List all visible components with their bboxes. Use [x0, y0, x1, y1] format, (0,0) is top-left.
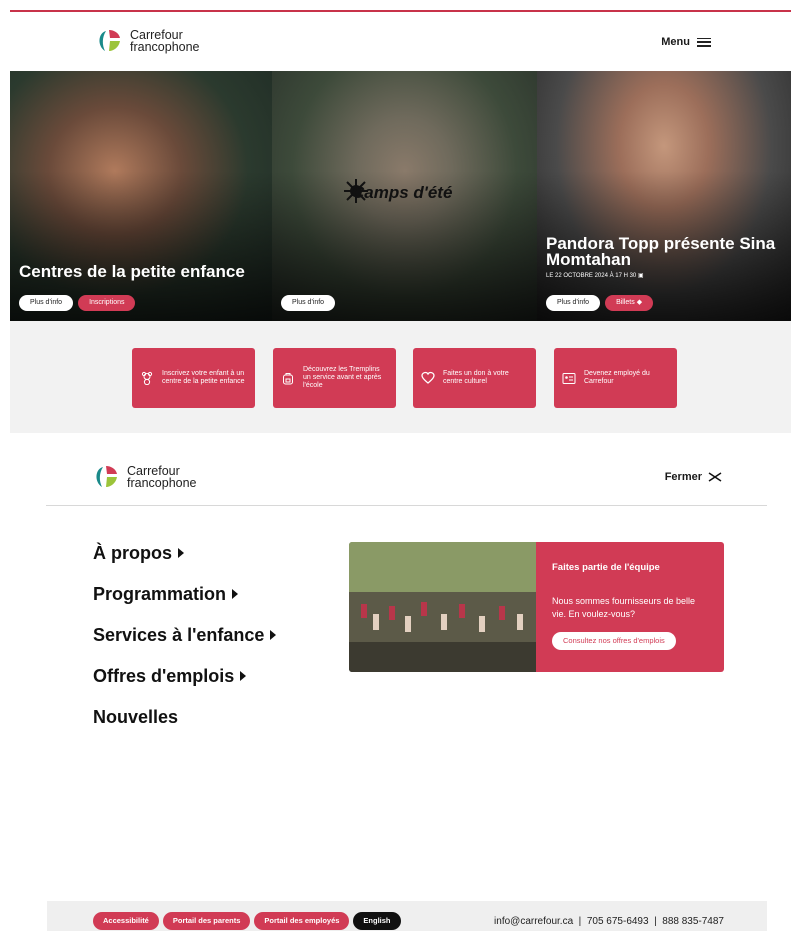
employees-portal-button[interactable]: Portail des employés — [254, 912, 350, 930]
close-icon — [708, 472, 722, 482]
hero-title: Centres de la petite enfance — [19, 262, 245, 281]
caret-right-icon — [232, 589, 239, 599]
backpack-icon — [283, 373, 293, 385]
quick-link-employment[interactable]: Devenez employé du Carrefour — [554, 348, 677, 408]
hero-panel-camps[interactable]: Camps d'été Plus d'info — [272, 71, 537, 321]
accessibility-button[interactable]: Accessibilité — [93, 912, 159, 930]
main-nav: À propos Programmation Services à l'enfa… — [93, 543, 277, 748]
caret-right-icon — [240, 671, 247, 681]
logo-line2: francophone — [127, 476, 197, 490]
logo-icon — [99, 30, 120, 51]
english-button[interactable]: English — [353, 912, 401, 930]
nav-item-programmation[interactable]: Programmation — [93, 584, 276, 604]
group-photo-image — [349, 542, 536, 672]
camps-logo-text: Camps d'été — [352, 183, 453, 202]
registrations-button[interactable]: Inscriptions — [78, 295, 136, 311]
logo[interactable]: Carrefour francophone — [96, 28, 200, 54]
promo-title: Faites partie de l'équipe — [552, 562, 660, 573]
menu-label: Menu — [661, 36, 690, 48]
hero-title: Pandora Topp présente Sina Momtahan — [546, 234, 776, 269]
nav-item-services-enfance[interactable]: Services à l'enfance — [93, 625, 277, 645]
hero-panel-pandora-topp[interactable]: Pandora Topp présente Sina Momtahan LE 2… — [537, 71, 791, 321]
hamburger-icon — [697, 37, 711, 47]
more-info-button[interactable]: Plus d'info — [281, 295, 336, 311]
more-info-button[interactable]: Plus d'info — [19, 295, 74, 311]
nav-item-offres-emplois[interactable]: Offres d'emplois — [93, 666, 276, 686]
hero-panel-petite-enfance[interactable]: Centres de la petite enfance Plus d'info… — [10, 71, 272, 321]
job-offers-button[interactable]: Consultez nos offres d'emplois — [552, 632, 676, 650]
quick-link-donate[interactable]: Faites un don à votre centre culturel — [413, 348, 536, 408]
site-header: Carrefour francophone Menu — [10, 14, 791, 70]
tickets-button[interactable]: Billets ◆ — [605, 295, 654, 311]
more-info-button[interactable]: Plus d'info — [546, 295, 601, 311]
hero-carousel: Centres de la petite enfance Plus d'info… — [10, 71, 791, 321]
heart-icon — [421, 371, 435, 384]
nav-item-nouvelles[interactable]: Nouvelles — [93, 707, 276, 727]
quick-link-tremplins[interactable]: Découvrez les Tremplins un service avant… — [273, 348, 396, 408]
logo-line2: francophone — [130, 40, 200, 54]
nav-item-a-propos[interactable]: À propos — [93, 543, 276, 563]
id-card-icon — [562, 373, 576, 384]
menu-panel-header: Carrefour francophone Fermer — [46, 456, 767, 506]
quick-links-bar: Inscrivez votre enfant à un centre de la… — [10, 321, 791, 433]
contact-info[interactable]: info@carrefour.ca | 705 675-6493 | 888 8… — [494, 916, 724, 927]
ticket-icon: ◆ — [636, 299, 643, 306]
footer-bar: Accessibilité Portail des parents Portai… — [47, 901, 767, 931]
promo-text: Nous sommes fournisseurs de belle vie. E… — [552, 596, 696, 619]
caret-right-icon — [178, 548, 184, 558]
quick-link-enroll[interactable]: Inscrivez votre enfant à un centre de la… — [132, 348, 255, 408]
parents-portal-button[interactable]: Portail des parents — [162, 912, 251, 930]
event-date: LE 22 OCTOBRE 2024 À 17 H 30 — [546, 273, 637, 279]
team-photo — [349, 542, 536, 672]
logo-icon — [96, 466, 117, 487]
close-label: Fermer — [664, 471, 702, 483]
close-menu-button[interactable]: Fermer — [665, 471, 722, 483]
top-accent-line — [10, 10, 791, 12]
logo[interactable]: Carrefour francophone — [93, 464, 197, 490]
caret-right-icon — [270, 630, 277, 640]
calendar-icon: ▣ — [637, 273, 644, 279]
team-promo-card: Faites partie de l'équipe Nous sommes fo… — [349, 542, 724, 672]
teddy-bear-icon — [141, 371, 153, 385]
menu-button[interactable]: Menu — [661, 36, 711, 48]
